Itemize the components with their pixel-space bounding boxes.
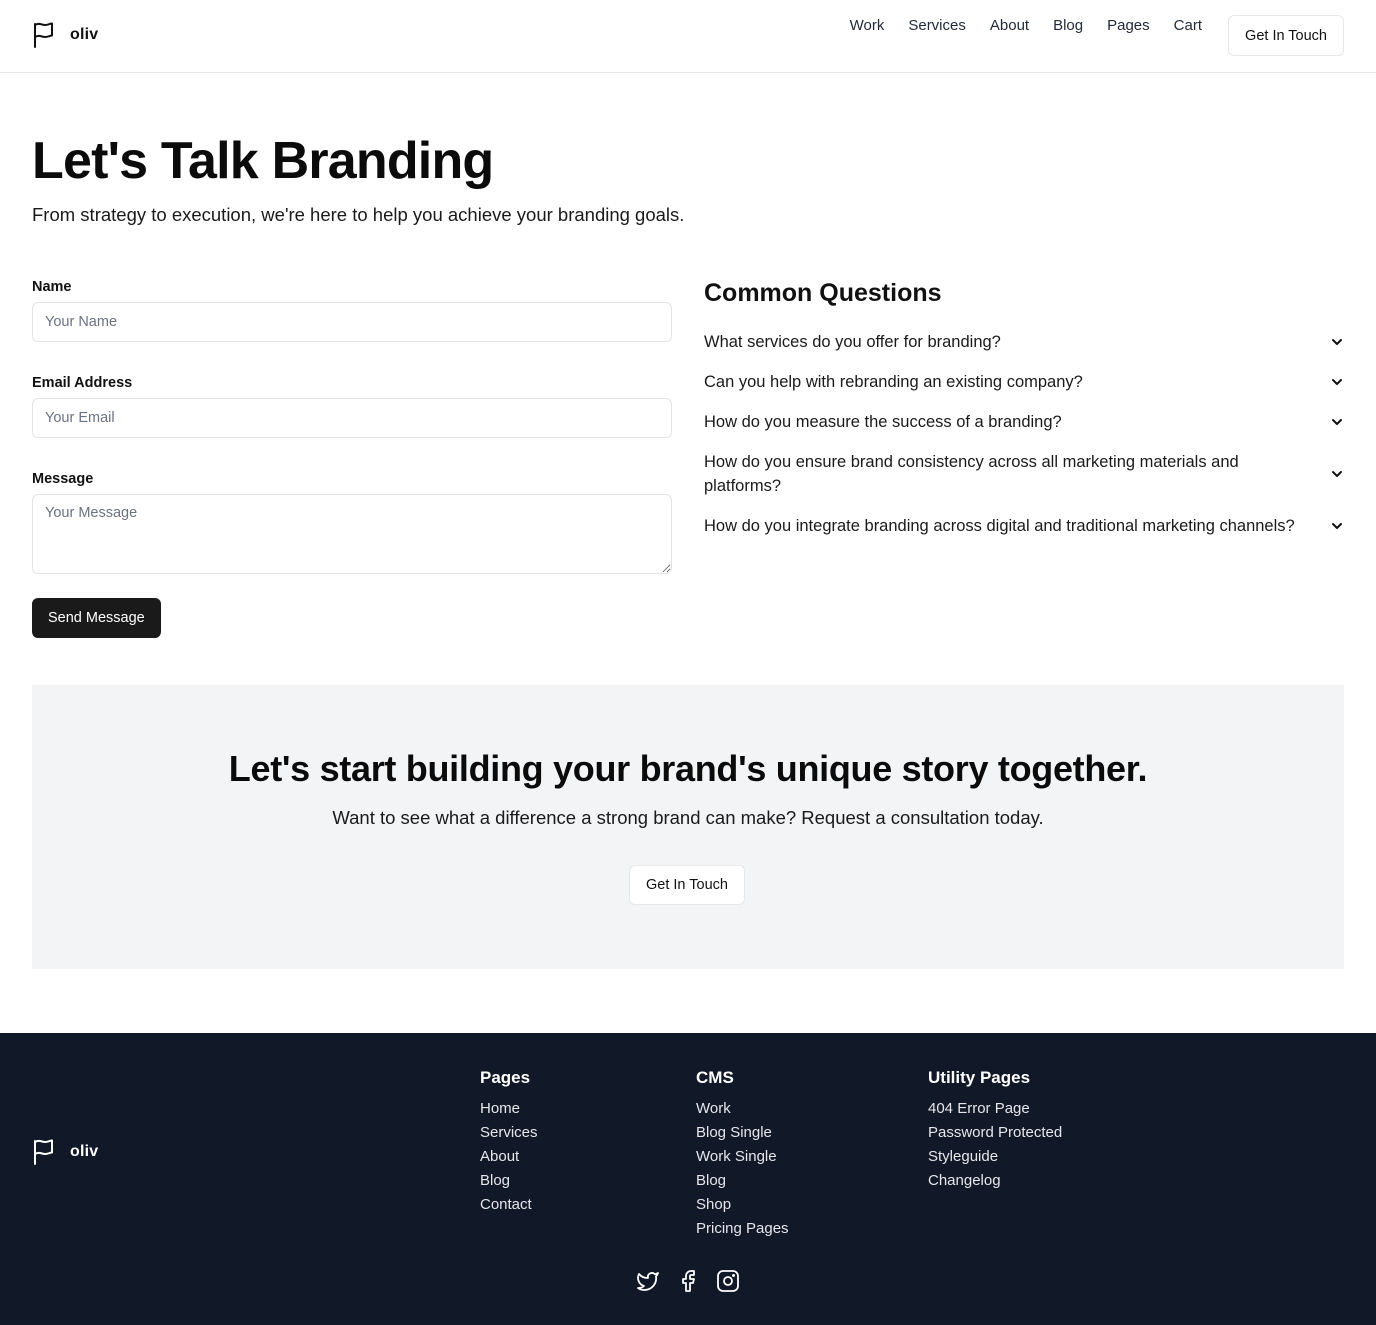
footer-link-services[interactable]: Services [480,1121,538,1145]
flag-icon [34,1139,53,1165]
footer-link-404[interactable]: 404 Error Page [928,1097,1062,1121]
faq-question: Can you help with rebranding an existing… [704,373,1083,391]
faq-item[interactable]: How do you integrate branding across dig… [704,506,1344,546]
brand-logo-link[interactable]: oliv [32,22,98,48]
facebook-link[interactable] [676,1269,700,1293]
footer-column-cms: CMS Work Blog Single Work Single Blog Sh… [696,1068,789,1241]
twitter-icon [637,1272,659,1291]
faq-item[interactable]: Can you help with rebranding an existing… [704,362,1344,402]
faq-question: How do you ensure brand consistency acro… [704,453,1239,495]
nav-pages[interactable]: Pages [1107,17,1150,35]
twitter-link[interactable] [636,1269,660,1293]
faq-question: How do you integrate branding across dig… [704,517,1295,535]
get-in-touch-button[interactable]: Get In Touch [1228,15,1344,56]
site-header: oliv Work Services About Blog Pages Cart… [0,0,1376,73]
footer-link-home[interactable]: Home [480,1097,538,1121]
footer-brand-name: oliv [70,1143,99,1160]
page-subtitle: From strategy to execution, we're here t… [32,204,685,225]
nav-cart[interactable]: Cart [1174,17,1202,35]
chevron-down-icon [1332,379,1342,385]
brand-name: oliv [70,26,99,43]
footer-link-about[interactable]: About [480,1145,538,1169]
cta-band: Let's start building your brand's unique… [32,685,1344,969]
contact-form: Name Email Address Message Send Message [32,278,672,638]
faq-item[interactable]: What services do you offer for branding? [704,322,1344,362]
footer-link-styleguide[interactable]: Styleguide [928,1145,1062,1169]
name-label: Name [32,279,72,295]
instagram-link[interactable] [716,1269,740,1293]
footer-column-title: Pages [480,1068,531,1087]
site-footer: oliv Pages Home Services About Blog Cont… [0,1033,1376,1325]
footer-link-blog-single[interactable]: Blog Single [696,1121,789,1145]
cta-get-in-touch-button[interactable]: Get In Touch [629,865,745,905]
social-links [636,1269,740,1293]
footer-link-cms-blog[interactable]: Blog [696,1169,789,1193]
email-input[interactable] [32,398,672,438]
footer-link-work[interactable]: Work [696,1097,789,1121]
nav-services[interactable]: Services [908,17,966,35]
footer-link-changelog[interactable]: Changelog [928,1169,1062,1193]
footer-link-password-protected[interactable]: Password Protected [928,1121,1062,1145]
flag-icon [34,22,53,48]
nav-about[interactable]: About [990,17,1029,35]
footer-column-title: Utility Pages [928,1068,1031,1087]
page-title: Let's Talk Branding [32,132,494,190]
footer-link-pricing-pages[interactable]: Pricing Pages [696,1217,789,1241]
send-message-button[interactable]: Send Message [32,598,161,638]
faq-title: Common Questions [704,279,942,307]
cta-subtitle: Want to see what a difference a strong b… [332,807,1044,828]
chevron-down-icon [1332,419,1342,425]
footer-link-blog[interactable]: Blog [480,1169,538,1193]
faq-question: How do you measure the success of a bran… [704,413,1062,431]
footer-link-work-single[interactable]: Work Single [696,1145,789,1169]
nav-blog[interactable]: Blog [1053,17,1083,35]
faq-item[interactable]: How do you measure the success of a bran… [704,402,1344,442]
chevron-down-icon [1332,339,1342,345]
message-textarea[interactable] [32,494,672,574]
footer-column-title: CMS [696,1068,734,1087]
email-label: Email Address [32,375,133,391]
footer-column-pages: Pages Home Services About Blog Contact [480,1068,538,1217]
faq-section: Common Questions What services do you of… [704,278,1344,546]
main-nav: Work Services About Blog Pages Cart [850,17,1202,35]
message-label: Message [32,471,94,487]
nav-work[interactable]: Work [850,17,885,35]
faq-item[interactable]: How do you ensure brand consistency acro… [704,442,1344,506]
chevron-down-icon [1332,523,1342,529]
facebook-icon [682,1270,695,1292]
name-input[interactable] [32,302,672,342]
footer-link-shop[interactable]: Shop [696,1193,789,1217]
footer-column-utility-pages: Utility Pages 404 Error Page Password Pr… [928,1068,1062,1193]
chevron-down-icon [1332,471,1342,477]
cta-title: Let's start building your brand's unique… [228,748,1148,789]
footer-brand-link[interactable]: oliv [32,1139,98,1165]
instagram-icon [717,1270,739,1292]
faq-question: What services do you offer for branding? [704,333,1001,351]
footer-link-contact[interactable]: Contact [480,1193,538,1217]
